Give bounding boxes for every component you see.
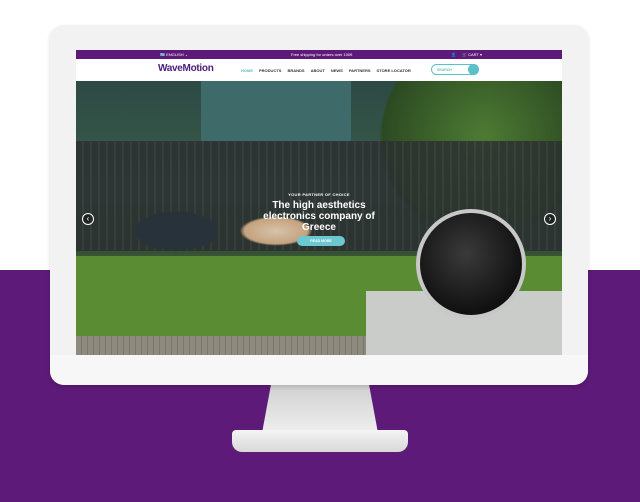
hero-slider: YOUR PARTNER OF CHOICE The high aestheti… [76,81,562,355]
nav-products[interactable]: PRODUCTS [259,68,281,73]
hero-image-wall [201,81,351,141]
promo-text: Free shipping for orders over 100€ [291,52,353,57]
prev-slide-icon[interactable]: ‹ [82,213,94,225]
nav-home[interactable]: HOME [241,68,253,73]
search-input[interactable]: SEARCH [431,64,479,75]
hero-title: The high aesthetics electronics company … [263,200,375,233]
next-slide-icon[interactable]: › [544,213,556,225]
monitor-stand [262,383,378,433]
nav-news[interactable]: NEWS [331,68,343,73]
cart-label: CART [468,52,479,57]
monitor-chin [50,355,588,385]
top-bar: 🇬🇷 ENGLISH ⌄ Free shipping for orders ov… [76,50,562,59]
language-selector[interactable]: 🇬🇷 ENGLISH ⌄ [160,52,188,57]
nav-partners[interactable]: PARTNERS [349,68,371,73]
nav-brands[interactable]: BRANDS [287,68,304,73]
user-icon[interactable]: 👤 [451,52,456,57]
monitor-base [232,430,408,452]
menu: HOME PRODUCTS BRANDS ABOUT NEWS PARTNERS… [241,68,411,73]
logo[interactable]: WaveMotion [158,63,214,74]
hero-kicker: YOUR PARTNER OF CHOICE [288,192,350,197]
language-label: ENGLISH [166,52,184,57]
search-placeholder: SEARCH [437,68,452,72]
hero-image-speaker [416,209,526,319]
cart-button[interactable]: 🛒 CART ▾ [462,52,482,57]
search-button[interactable] [468,64,479,75]
read-more-button[interactable]: READ MORE [297,236,345,246]
main-nav: WaveMotion HOME PRODUCTS BRANDS ABOUT NE… [76,59,562,81]
nav-about[interactable]: ABOUT [311,68,325,73]
nav-store-locator[interactable]: STORE LOCATOR [377,68,411,73]
website-screen: 🇬🇷 ENGLISH ⌄ Free shipping for orders ov… [76,50,562,355]
